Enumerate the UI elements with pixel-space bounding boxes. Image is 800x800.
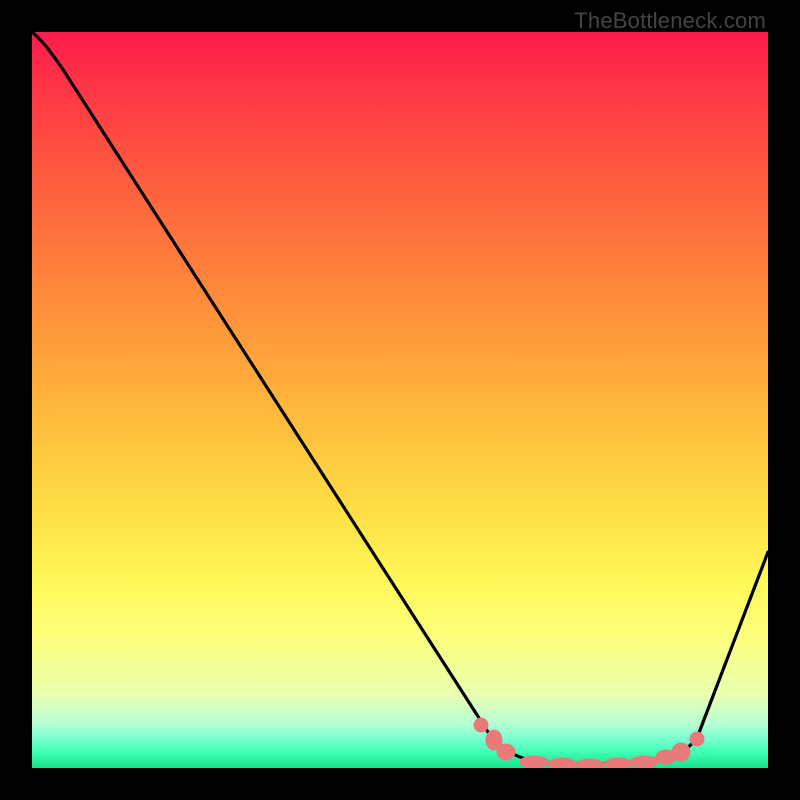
chart-svg [32, 32, 768, 768]
chart-frame: TheBottleneck.com [0, 0, 800, 800]
bottleneck-curve-line [32, 32, 768, 764]
optimal-marker [604, 758, 632, 768]
optimal-marker [520, 756, 548, 768]
optimal-marker [548, 758, 576, 768]
optimal-marker [497, 744, 515, 760]
optimal-marker [690, 732, 704, 746]
watermark-text: TheBottleneck.com [574, 8, 766, 34]
optimal-marker [576, 759, 604, 768]
optimal-marker [672, 743, 690, 761]
optimal-markers-group [474, 718, 704, 768]
optimal-marker [474, 718, 488, 732]
optimal-marker [630, 756, 658, 768]
plot-area [32, 32, 768, 768]
